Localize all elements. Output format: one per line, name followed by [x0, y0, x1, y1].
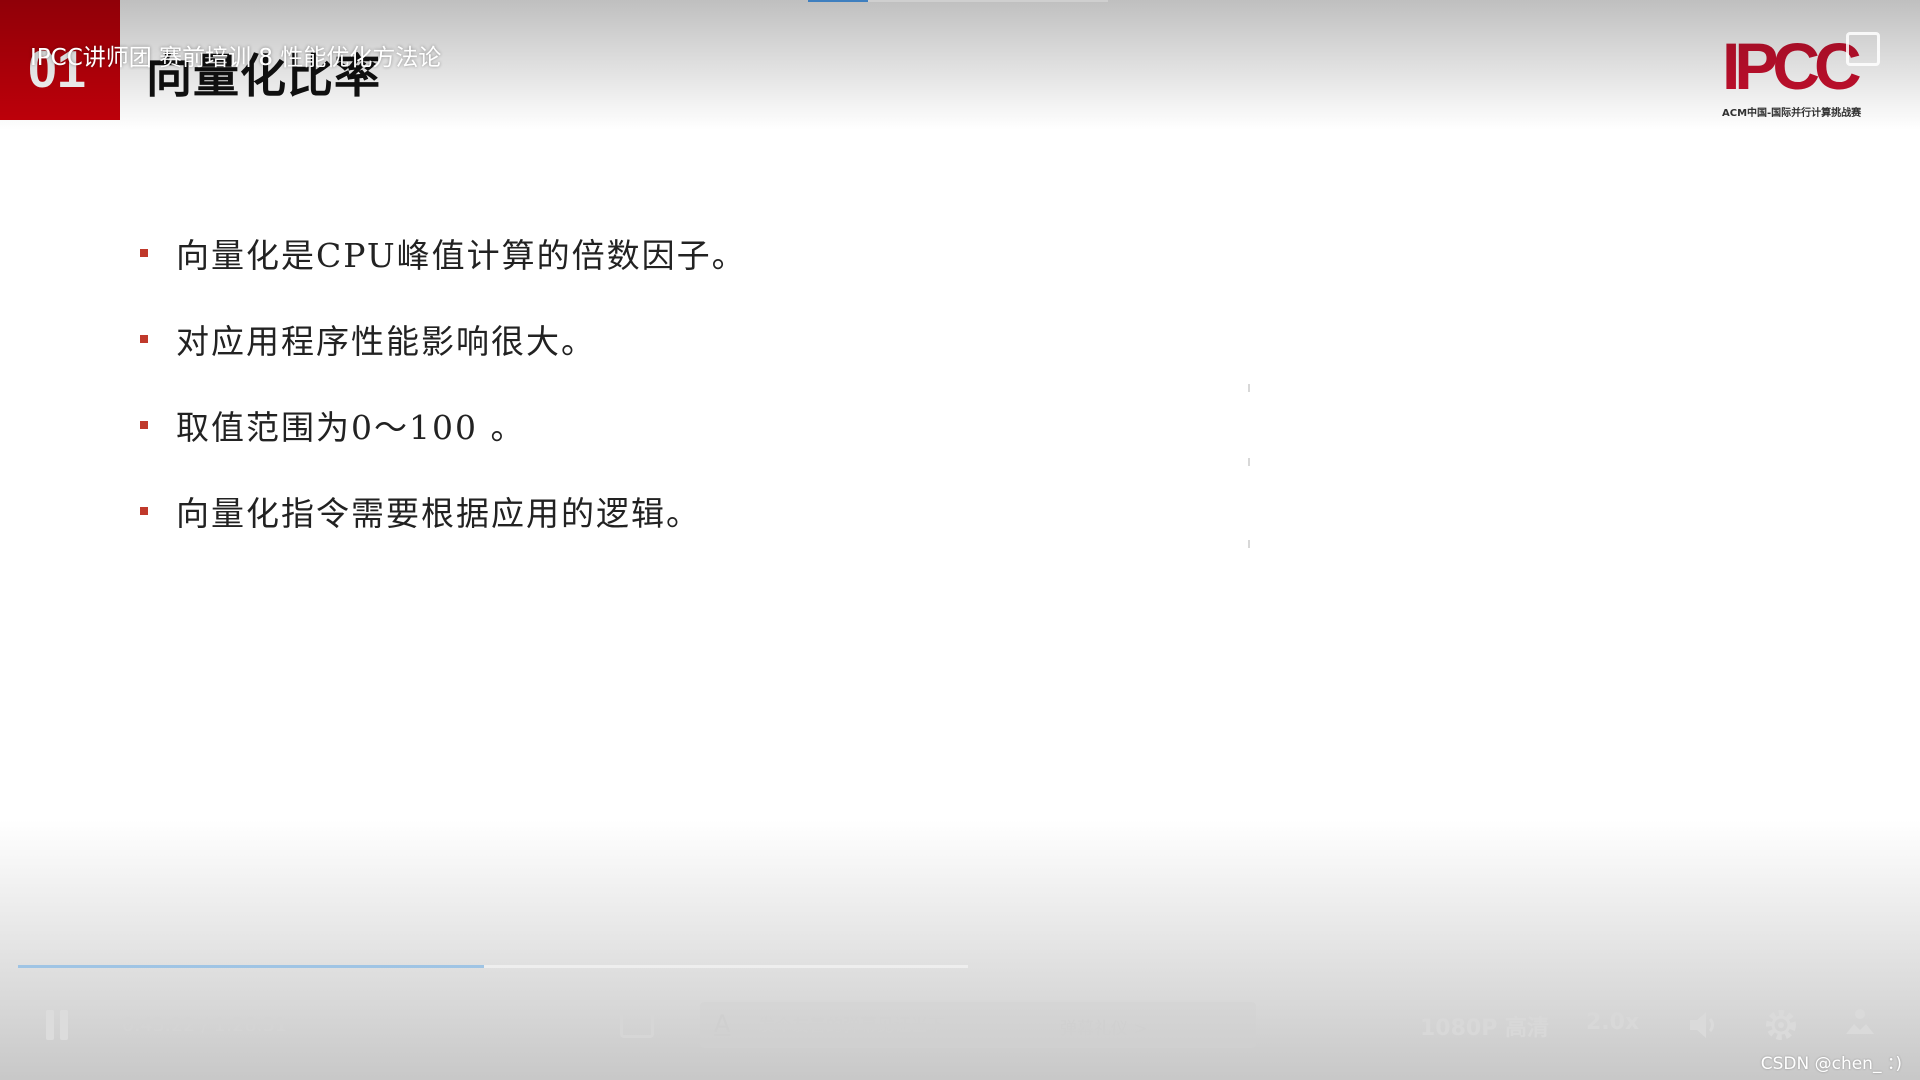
quality-button[interactable]: 1080P 高清: [1420, 1010, 1549, 1042]
pip-icon[interactable]: [1846, 32, 1880, 66]
bullet-square-icon: [140, 249, 148, 257]
time-display: 0:43:22 / 1:28:31: [122, 1014, 287, 1036]
bullet-item: 向量化指令需要根据应用的逻辑。: [140, 468, 747, 554]
speed-button[interactable]: 2.0x: [1586, 1010, 1639, 1035]
logo-subtitle: ACM中国-国际并行计算挑战赛: [1722, 108, 1862, 119]
progress-fill: [18, 965, 484, 968]
fullscreen-icon[interactable]: [1842, 1008, 1878, 1042]
bullet-text: 向量化是CPU峰值计算的倍数因子。: [176, 236, 747, 275]
watermark: CSDN @chen_ ：): [1760, 1054, 1902, 1074]
danmaku-etiquette-link[interactable]: 弹幕礼仪 >: [1060, 1014, 1148, 1039]
time-separator: /: [201, 1014, 208, 1036]
bullet-item: 对应用程序性能影响很大。: [140, 296, 747, 382]
settings-icon[interactable]: [1762, 1006, 1800, 1044]
loading-indicator: [808, 0, 1108, 2]
bullet-item: 取值范围为0～100 。: [140, 382, 747, 468]
faint-mark: [1248, 384, 1250, 392]
danmaku-input[interactable]: [756, 1012, 1040, 1040]
total-time: 1:28:31: [213, 1014, 287, 1036]
danmaku-toggle-icon[interactable]: [620, 1012, 654, 1038]
current-time: 0:43:22: [122, 1014, 196, 1036]
progress-bar[interactable]: [18, 965, 968, 968]
bullet-text: 向量化指令需要根据应用的逻辑。: [176, 494, 701, 533]
bullet-text: 对应用程序性能影响很大。: [176, 322, 596, 361]
pause-icon[interactable]: [46, 1010, 70, 1040]
bullet-square-icon: [140, 335, 148, 343]
video-title: IPCC讲师团 赛前培训 8 性能优化方法论: [30, 45, 442, 71]
volume-icon[interactable]: [1686, 1008, 1720, 1042]
faint-mark: [1248, 458, 1250, 466]
danmaku-style-icon[interactable]: A: [714, 1010, 730, 1038]
bullet-text: 取值范围为0～100 。: [176, 408, 526, 447]
bullet-square-icon: [140, 507, 148, 515]
bullet-item: 向量化是CPU峰值计算的倍数因子。: [140, 210, 747, 296]
danmaku-bar: A 弹幕礼仪 >: [700, 1002, 1256, 1048]
bullet-list: 向量化是CPU峰值计算的倍数因子。 对应用程序性能影响很大。 取值范围为0～10…: [140, 210, 747, 554]
player-controls: 0:43:22 / 1:28:31 A 弹幕礼仪 > 1080P 高清 2.0x: [0, 1000, 1920, 1050]
bullet-square-icon: [140, 421, 148, 429]
faint-mark: [1248, 540, 1250, 548]
